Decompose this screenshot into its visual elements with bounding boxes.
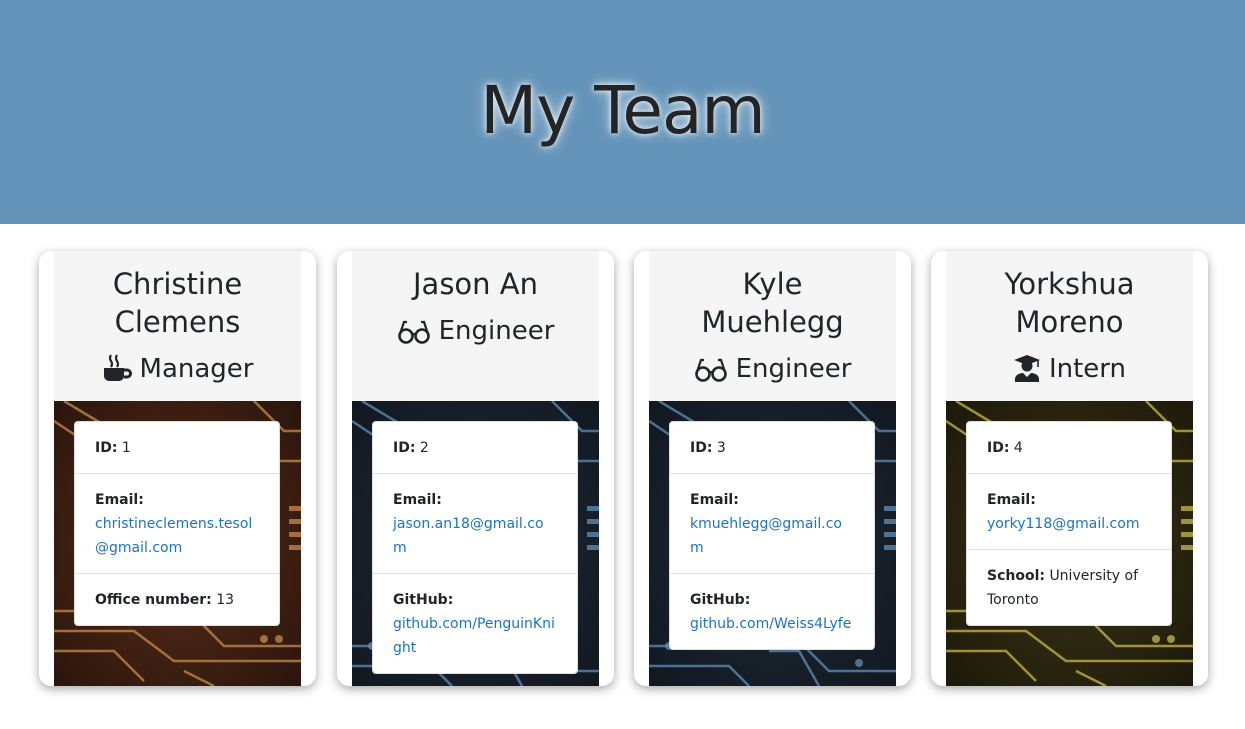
employee-role: Manager <box>54 352 301 391</box>
info-list: ID: 3 Email: kmuehlegg@gmail.com GitHub: g… <box>669 421 875 650</box>
email-label: Email: <box>393 492 442 508</box>
school-label: School: <box>987 568 1045 584</box>
card-header: Kyle Muehlegg Engineer <box>649 251 896 401</box>
card-header: Jason An Engineer <box>352 251 599 401</box>
email-label: Email: <box>987 492 1036 508</box>
email-label: Email: <box>95 492 144 508</box>
school-item: School: University of Toronto <box>967 549 1171 625</box>
employee-role: Intern <box>946 352 1193 391</box>
id-value: 2 <box>419 440 429 456</box>
info-list: ID: 2 Email: jason.an18@gmail.com GitHub:… <box>372 421 578 674</box>
page-title: My Team <box>480 72 765 149</box>
employee-card-engineer: Kyle Muehlegg Engineer ID: 3 Email: kmue… <box>634 251 911 686</box>
id-item: ID: 4 <box>967 422 1171 473</box>
employee-role-label: Engineer <box>438 316 555 346</box>
card-body: ID: 2 Email: jason.an18@gmail.com GitHub:… <box>352 401 599 686</box>
card-body: ID: 1 Email: christineclemens.tesol@gmail… <box>54 401 301 686</box>
info-list: ID: 1 Email: christineclemens.tesol@gmail… <box>74 421 280 626</box>
glasses-icon <box>397 319 431 353</box>
employee-name: Jason An <box>413 267 538 301</box>
id-label: ID: <box>987 440 1010 456</box>
email-link[interactable]: jason.an18@gmail.com <box>393 516 544 556</box>
employee-card-intern: Yorkshua Moreno Intern ID: 4 Email: york… <box>931 251 1208 686</box>
id-value: 3 <box>716 440 726 456</box>
email-link[interactable]: yorky118@gmail.com <box>987 516 1139 532</box>
github-link[interactable]: github.com/PenguinKnight <box>393 616 555 656</box>
card-body: ID: 3 Email: kmuehlegg@gmail.com GitHub: g… <box>649 401 896 686</box>
employee-card-manager: Christine Clemens Manager ID: 1 Email: c… <box>39 251 316 686</box>
header-banner: My Team <box>0 0 1245 224</box>
employee-card-engineer: Jason An Engineer ID: 2 Email: jason.an1… <box>337 251 614 686</box>
github-link[interactable]: github.com/Weiss4Lyfe <box>690 616 851 632</box>
office-number-item: Office number: 13 <box>75 573 279 625</box>
id-value: 1 <box>121 440 131 456</box>
office-number-value: 13 <box>216 592 235 608</box>
glasses-icon <box>694 357 728 391</box>
email-item: Email: kmuehlegg@gmail.com <box>670 473 874 573</box>
employee-role: Engineer <box>649 352 896 391</box>
employee-name: Kyle Muehlegg <box>701 267 844 339</box>
graduate-icon <box>1013 354 1041 391</box>
github-label: GitHub: <box>690 592 751 608</box>
id-value: 4 <box>1013 440 1023 456</box>
employee-role-label: Manager <box>139 354 254 384</box>
github-label: GitHub: <box>393 592 454 608</box>
employee-role-label: Engineer <box>735 354 852 384</box>
employee-name: Christine Clemens <box>112 267 243 339</box>
coffee-mug-icon <box>102 354 132 391</box>
id-label: ID: <box>393 440 416 456</box>
email-label: Email: <box>690 492 739 508</box>
github-item: GitHub: github.com/Weiss4Lyfe <box>670 573 874 649</box>
id-label: ID: <box>95 440 118 456</box>
info-list: ID: 4 Email: yorky118@gmail.com School: U… <box>966 421 1172 626</box>
email-link[interactable]: kmuehlegg@gmail.com <box>690 516 842 556</box>
email-item: Email: christineclemens.tesol@gmail.com <box>75 473 279 573</box>
card-header: Yorkshua Moreno Intern <box>946 251 1193 401</box>
email-item: Email: jason.an18@gmail.com <box>373 473 577 573</box>
card-header: Christine Clemens Manager <box>54 251 301 401</box>
id-item: ID: 3 <box>670 422 874 473</box>
card-body: ID: 4 Email: yorky118@gmail.com School: U… <box>946 401 1193 686</box>
employee-role: Engineer <box>352 314 599 353</box>
id-item: ID: 2 <box>373 422 577 473</box>
office-number-label: Office number: <box>95 592 212 608</box>
id-item: ID: 1 <box>75 422 279 473</box>
employee-role-label: Intern <box>1048 354 1127 384</box>
email-link[interactable]: christineclemens.tesol@gmail.com <box>95 516 252 556</box>
employee-name: Yorkshua Moreno <box>1004 267 1135 339</box>
id-label: ID: <box>690 440 713 456</box>
github-item: GitHub: github.com/PenguinKnight <box>373 573 577 673</box>
email-item: Email: yorky118@gmail.com <box>967 473 1171 549</box>
